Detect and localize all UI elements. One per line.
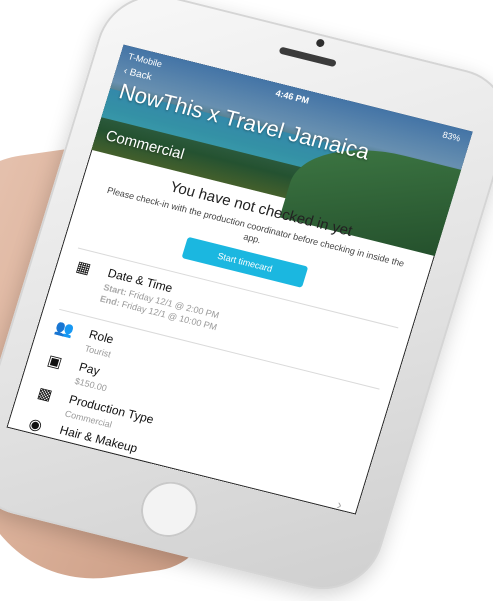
battery-level: 83% <box>441 129 462 144</box>
calendar-icon: ▦ <box>74 258 93 278</box>
people-icon: 👥 <box>53 318 77 340</box>
pay-value: $150.00 <box>73 375 109 394</box>
phone: T-Mobile 4:46 PM 83% ‹ Back NowThis x Tr… <box>0 0 493 601</box>
money-icon: ▣ <box>45 351 65 372</box>
end-label: End: <box>98 293 122 308</box>
film-icon: ▩ <box>35 384 55 405</box>
